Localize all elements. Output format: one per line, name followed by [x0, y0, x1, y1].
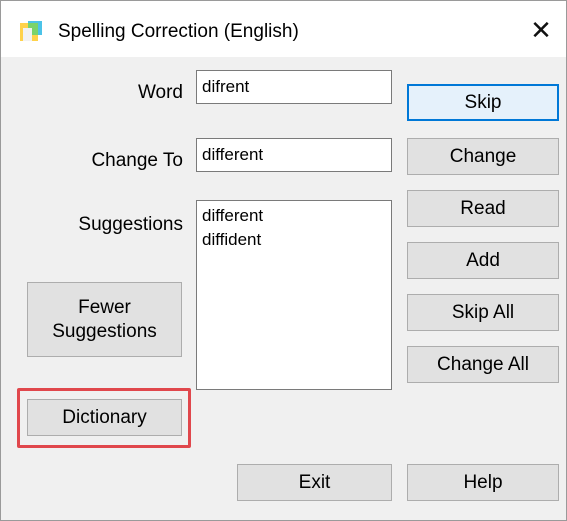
suggestions-list[interactable]: different diffident	[196, 200, 392, 390]
help-button[interactable]: Help	[407, 464, 559, 501]
suggestions-label: Suggestions	[78, 214, 183, 235]
word-field[interactable]	[196, 70, 392, 104]
change-button[interactable]: Change	[407, 138, 559, 175]
suggestion-item[interactable]: different	[202, 204, 386, 228]
change-all-button[interactable]: Change All	[407, 346, 559, 383]
close-icon[interactable]: ✕	[523, 13, 559, 49]
fewer-suggestions-label-1: Fewer	[78, 296, 131, 318]
add-button[interactable]: Add	[407, 242, 559, 279]
exit-button[interactable]: Exit	[237, 464, 392, 501]
fewer-suggestions-button[interactable]: Fewer Suggestions	[27, 282, 182, 357]
suggestion-item[interactable]: diffident	[202, 228, 386, 252]
read-button[interactable]: Read	[407, 190, 559, 227]
skip-all-button[interactable]: Skip All	[407, 294, 559, 331]
window-title: Spelling Correction (English)	[58, 21, 299, 42]
title-bar: Spelling Correction (English) ✕	[1, 1, 566, 57]
fewer-suggestions-label-2: Suggestions	[52, 320, 157, 342]
change-to-field[interactable]	[196, 138, 392, 172]
skip-button[interactable]: Skip	[407, 84, 559, 121]
word-label: Word	[137, 82, 183, 103]
change-to-label: Change To	[91, 150, 183, 171]
spelling-dialog: Spelling Correction (English) ✕ Word Cha…	[0, 0, 567, 521]
app-icon	[20, 21, 42, 41]
dictionary-button[interactable]: Dictionary	[27, 399, 182, 436]
